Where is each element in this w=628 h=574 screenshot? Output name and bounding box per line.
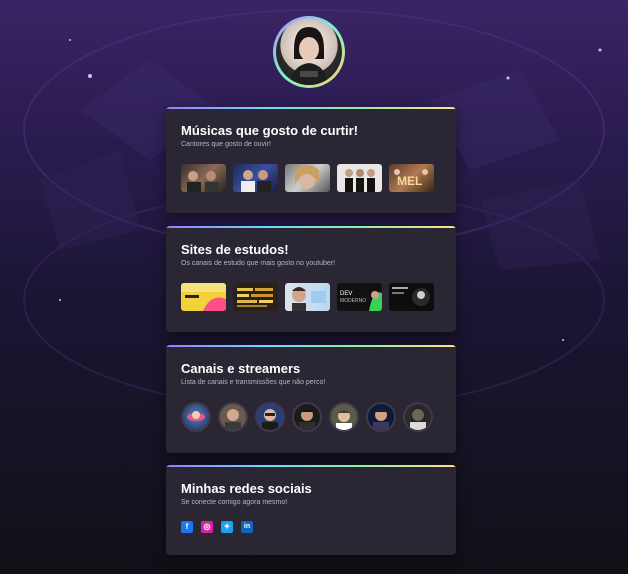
streamer-avatar-6[interactable] (366, 402, 396, 432)
svg-text:MODERNO: MODERNO (340, 298, 366, 304)
streamers-card-title: Canais e streamers (181, 361, 301, 376)
study-card: Sites de estudos! Os canais de estudo qu… (166, 226, 456, 332)
study-thumb-4[interactable]: DEV MODERNO (337, 283, 382, 311)
music-thumb-1[interactable] (181, 164, 226, 192)
svg-text:DEV: DEV (340, 291, 352, 297)
music-card: Músicas que gosto de curtir! Cantores qu… (166, 107, 456, 213)
svg-text:MEL: MEL (397, 174, 422, 188)
music-card-title: Músicas que gosto de curtir! (181, 123, 358, 138)
music-thumb-4[interactable] (337, 164, 382, 192)
streamers-card-subtitle: Lista de canais e transmissões que não p… (181, 379, 326, 386)
linkedin-icon[interactable]: in (241, 521, 253, 533)
study-thumb-2[interactable] (233, 283, 278, 311)
study-thumb-1[interactable] (181, 283, 226, 311)
streamer-avatar-7[interactable] (403, 402, 433, 432)
study-card-title: Sites de estudos! (181, 242, 289, 257)
streamer-avatar-3[interactable] (255, 402, 285, 432)
streamers-card: Canais e streamers Lista de canais e tra… (166, 345, 456, 453)
twitter-icon[interactable]: ✦ (221, 521, 233, 533)
music-card-subtitle: Cantores que gosto de ouvir! (181, 141, 271, 148)
streamer-avatar-1[interactable] (181, 402, 211, 432)
music-thumb-3[interactable] (285, 164, 330, 192)
socials-card: Minhas redes sociais Se conecte comigo a… (166, 465, 456, 555)
streamer-avatar-4[interactable] (292, 402, 322, 432)
study-thumb-3[interactable] (285, 283, 330, 311)
streamer-avatar-5[interactable] (329, 402, 359, 432)
profile-avatar (273, 16, 345, 88)
study-card-subtitle: Os canais de estudo que mais gosto no yo… (181, 260, 336, 267)
facebook-icon[interactable]: f (181, 521, 193, 533)
socials-card-subtitle: Se conecte comigo agora mesmo! (181, 499, 288, 506)
avatar-photo (276, 19, 342, 85)
streamer-avatar-2[interactable] (218, 402, 248, 432)
music-thumb-5[interactable]: MEL (389, 164, 434, 192)
music-thumb-2[interactable] (233, 164, 278, 192)
study-thumb-5[interactable] (389, 283, 434, 311)
instagram-icon[interactable]: ◎ (201, 521, 213, 533)
socials-card-title: Minhas redes sociais (181, 481, 312, 496)
